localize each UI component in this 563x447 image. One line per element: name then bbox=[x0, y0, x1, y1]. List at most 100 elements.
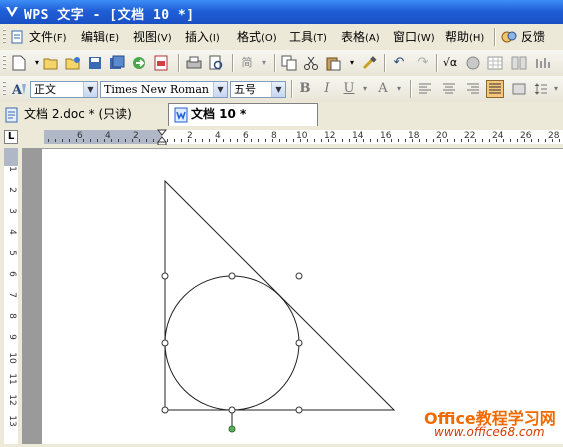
font-size-select[interactable]: 五号 ▼ bbox=[230, 81, 286, 98]
ruler-tick bbox=[496, 139, 497, 142]
align-justify-icon[interactable] bbox=[486, 80, 504, 98]
resize-handle-right[interactable] bbox=[295, 339, 303, 347]
copy-icon[interactable] bbox=[280, 54, 298, 72]
ruler-tick bbox=[237, 139, 238, 142]
resize-handle-left[interactable] bbox=[161, 339, 169, 347]
styles-pane-icon[interactable]: A bbox=[10, 80, 28, 98]
open-folder-icon[interactable] bbox=[42, 54, 60, 72]
rotation-handle[interactable] bbox=[228, 425, 236, 433]
hyperlink-icon[interactable] bbox=[464, 54, 482, 72]
ruler-tick-label: 6 bbox=[7, 271, 17, 277]
tab-stop-selector[interactable]: L bbox=[4, 130, 18, 144]
chevron-down-icon[interactable]: ▼ bbox=[213, 82, 227, 97]
ruler-tick-label: 2 bbox=[7, 187, 17, 193]
menu-format[interactable]: 格式(O) bbox=[237, 29, 277, 45]
simplified-traditional-icon[interactable]: 简 bbox=[238, 54, 256, 72]
open-recent-icon[interactable] bbox=[64, 54, 82, 72]
ruler-tick bbox=[293, 139, 294, 142]
line-spacing-dropdown-icon[interactable]: ▾ bbox=[547, 80, 563, 98]
wps-logo-icon bbox=[6, 7, 18, 17]
italic-button[interactable]: I bbox=[318, 80, 336, 98]
font-select[interactable]: Times New Roman ▼ bbox=[100, 81, 228, 98]
toolbar-grip[interactable] bbox=[3, 81, 6, 97]
chevron-down-icon[interactable]: ▼ bbox=[271, 82, 285, 97]
drawing-icon[interactable] bbox=[534, 54, 552, 72]
align-left-icon[interactable] bbox=[416, 80, 434, 98]
ruler-tick-label: 22 bbox=[464, 131, 476, 141]
tab-document-2[interactable]: 文档 2.doc * (只读) bbox=[0, 104, 132, 125]
menu-insert[interactable]: 插入(I) bbox=[185, 29, 220, 45]
ruler-tick bbox=[83, 139, 84, 142]
vertical-ruler[interactable]: 1 2 3 4 5 6 7 8 9 10 11 12 13 bbox=[0, 148, 23, 444]
menu-help[interactable]: 帮助(H) bbox=[445, 29, 484, 45]
resize-handle-top-left[interactable] bbox=[161, 272, 169, 280]
ruler-tick bbox=[538, 139, 539, 142]
format-painter-icon[interactable] bbox=[360, 54, 378, 72]
inscribed-circle-shape[interactable] bbox=[164, 275, 300, 411]
resize-handle-bottom[interactable] bbox=[228, 406, 236, 414]
style-select[interactable]: 正文 ▼ bbox=[30, 81, 98, 98]
formula-icon[interactable]: √α bbox=[441, 54, 459, 72]
resize-handle-top-right[interactable] bbox=[295, 272, 303, 280]
ruler-tick-label: 20 bbox=[436, 131, 448, 141]
redo-icon[interactable]: ↷ bbox=[414, 54, 432, 72]
font-color-dropdown-icon[interactable]: ▾ bbox=[390, 80, 408, 98]
ruler-tick bbox=[55, 139, 56, 142]
undo-icon[interactable]: ↶ bbox=[390, 54, 408, 72]
standard-toolbar: ▾ 简 ▾ ▾ ↶ ↷ √α bbox=[0, 50, 563, 77]
paste-icon[interactable] bbox=[324, 54, 342, 72]
save-all-icon[interactable] bbox=[108, 54, 126, 72]
print-icon[interactable] bbox=[185, 54, 203, 72]
watermark-url: www.office68.com bbox=[434, 425, 545, 439]
toolbar-grip[interactable] bbox=[3, 55, 6, 71]
table-icon[interactable] bbox=[486, 54, 504, 72]
ruler-tick bbox=[384, 139, 385, 142]
resize-handle-bottom-left[interactable] bbox=[161, 406, 169, 414]
ruler-tick bbox=[370, 139, 371, 142]
menu-view[interactable]: 视图(V) bbox=[133, 29, 172, 45]
menu-window[interactable]: 窗口(W) bbox=[393, 29, 435, 45]
document-menu-icon[interactable] bbox=[10, 30, 24, 44]
paste-dropdown-icon[interactable]: ▾ bbox=[343, 54, 361, 72]
export-icon[interactable] bbox=[130, 54, 148, 72]
align-right-icon[interactable] bbox=[464, 80, 482, 98]
resize-handle-bottom-right[interactable] bbox=[295, 406, 303, 414]
export-pdf-icon[interactable] bbox=[152, 54, 170, 72]
tab-document-10[interactable]: 文档 10 * bbox=[168, 103, 318, 127]
new-document-icon[interactable] bbox=[10, 54, 28, 72]
document-page[interactable] bbox=[42, 149, 563, 444]
ruler-tick bbox=[188, 139, 189, 142]
bold-button[interactable]: B bbox=[296, 80, 314, 98]
menu-file[interactable]: 文件(F) bbox=[29, 29, 67, 45]
distributed-align-icon[interactable] bbox=[510, 80, 528, 98]
ruler-tick bbox=[195, 139, 196, 142]
indent-marker-icon[interactable] bbox=[156, 129, 168, 146]
feedback-icon[interactable] bbox=[500, 28, 518, 46]
ruler-tick bbox=[454, 139, 455, 142]
ruler-tick bbox=[258, 139, 259, 142]
drawing-canvas[interactable] bbox=[42, 149, 563, 444]
ruler-tick bbox=[510, 139, 511, 142]
simplified-dropdown-icon[interactable]: ▾ bbox=[255, 54, 273, 72]
ruler-tick-label: 10 bbox=[7, 352, 17, 364]
feedback-button[interactable]: 反馈 bbox=[521, 29, 545, 45]
underline-dropdown-icon[interactable]: ▾ bbox=[356, 80, 374, 98]
ruler-tick bbox=[545, 139, 546, 142]
columns-icon[interactable] bbox=[510, 54, 528, 72]
cut-icon[interactable] bbox=[302, 54, 320, 72]
menu-edit[interactable]: 编辑(E) bbox=[81, 29, 119, 45]
menu-table[interactable]: 表格(A) bbox=[341, 29, 380, 45]
menu-tools[interactable]: 工具(T) bbox=[289, 29, 327, 45]
wps-document-icon bbox=[173, 107, 189, 123]
toolbar-grip[interactable] bbox=[3, 29, 6, 45]
ruler-tick bbox=[272, 139, 273, 142]
ruler-tick bbox=[244, 139, 245, 142]
print-preview-icon[interactable] bbox=[207, 54, 225, 72]
align-center-icon[interactable] bbox=[440, 80, 458, 98]
ruler-tick-label: 26 bbox=[520, 131, 532, 141]
save-icon[interactable] bbox=[86, 54, 104, 72]
chevron-down-icon[interactable]: ▼ bbox=[83, 82, 97, 97]
resize-handle-top[interactable] bbox=[228, 272, 236, 280]
ruler-tick bbox=[328, 139, 329, 142]
horizontal-ruler[interactable]: 6 4 2 2 4 6 8 10 12 14 16 18 20 22 24 26 28 bbox=[0, 126, 563, 149]
